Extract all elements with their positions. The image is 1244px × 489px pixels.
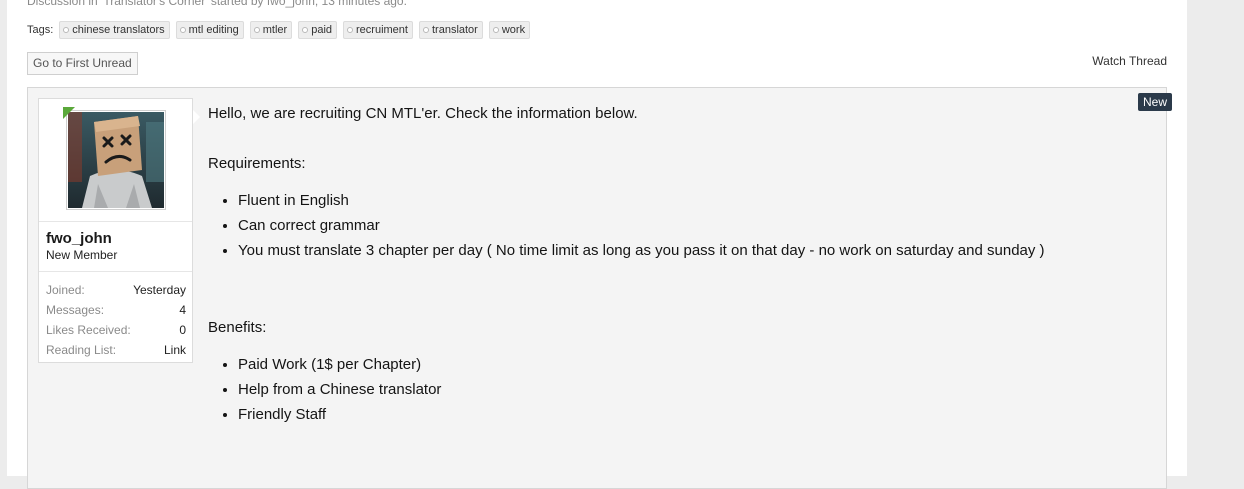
tag[interactable]: chinese translators xyxy=(59,21,170,39)
avatar[interactable] xyxy=(66,110,166,210)
tag[interactable]: paid xyxy=(298,21,338,39)
stat-label: Reading List: xyxy=(46,343,117,357)
divider xyxy=(39,221,192,222)
divider xyxy=(39,271,192,272)
list-item: Friendly Staff xyxy=(238,402,1126,427)
tag-dot-icon xyxy=(179,27,186,33)
watch-thread-link[interactable]: Watch Thread xyxy=(1092,54,1167,68)
user-title: New Member xyxy=(46,248,118,262)
stat-label: Joined: xyxy=(46,283,85,297)
tag-dot-icon xyxy=(347,27,354,33)
tag-list: Tags: chinese translators mtl editing mt… xyxy=(27,21,536,39)
tag[interactable]: recruiment xyxy=(343,21,413,39)
stat-label: Likes Received: xyxy=(46,323,131,337)
stat-value: 0 xyxy=(179,323,186,337)
stat-label: Messages: xyxy=(46,303,105,317)
message-intro: Hello, we are recruiting CN MTL'er. Chec… xyxy=(208,105,638,122)
tags-label: Tags: xyxy=(27,24,54,36)
tag[interactable]: translator xyxy=(418,21,483,39)
requirements-heading: Requirements: xyxy=(208,155,306,172)
list-item: You must translate 3 chapter per day ( N… xyxy=(238,238,1126,263)
stat-value: Yesterday xyxy=(133,283,186,297)
online-indicator-icon xyxy=(63,107,75,119)
reading-list-link[interactable]: Link xyxy=(164,340,186,360)
thread-page: Discussion in 'Translator's Corner' star… xyxy=(7,0,1187,489)
avatar-image xyxy=(68,112,164,208)
list-item: Help from a Chinese translator xyxy=(238,377,1126,402)
user-info-panel: fwo_john New Member Joined: Yesterday Me… xyxy=(38,98,200,363)
tag[interactable]: work xyxy=(488,21,531,39)
tag[interactable]: mtl editing xyxy=(175,21,244,39)
list-item: Can correct grammar xyxy=(238,213,1126,238)
post: fwo_john New Member Joined: Yesterday Me… xyxy=(27,87,1172,489)
list-item: Fluent in English xyxy=(238,188,1126,213)
tag-dot-icon xyxy=(63,27,70,33)
list-item: Paid Work (1$ per Chapter) xyxy=(238,352,1126,377)
benefits-heading: Benefits: xyxy=(208,319,267,336)
tag[interactable]: mtler xyxy=(249,21,293,39)
tag-dot-icon xyxy=(253,27,260,33)
stat-row-likes: Likes Received: 0 xyxy=(46,320,186,340)
stat-row-reading-list: Reading List: Link xyxy=(46,340,186,360)
go-to-first-unread-button[interactable]: Go to First Unread xyxy=(27,52,138,75)
tag-dot-icon xyxy=(302,27,309,33)
tag-dot-icon xyxy=(492,27,499,33)
new-badge: New xyxy=(1137,93,1172,111)
tag-dot-icon xyxy=(422,27,429,33)
message-body: Hello, we are recruiting CN MTL'er. Chec… xyxy=(208,101,1126,427)
thread-meta: Discussion in 'Translator's Corner' star… xyxy=(27,0,407,8)
username[interactable]: fwo_john xyxy=(46,230,112,247)
stat-value[interactable]: 4 xyxy=(179,300,186,320)
user-stats: Joined: Yesterday Messages: 4 Likes Rece… xyxy=(46,280,186,360)
stat-row-joined: Joined: Yesterday xyxy=(46,280,186,300)
requirements-list: Fluent in English Can correct grammar Yo… xyxy=(208,188,1126,263)
benefits-list: Paid Work (1$ per Chapter) Help from a C… xyxy=(208,352,1126,427)
stat-row-messages: Messages: 4 xyxy=(46,300,186,320)
